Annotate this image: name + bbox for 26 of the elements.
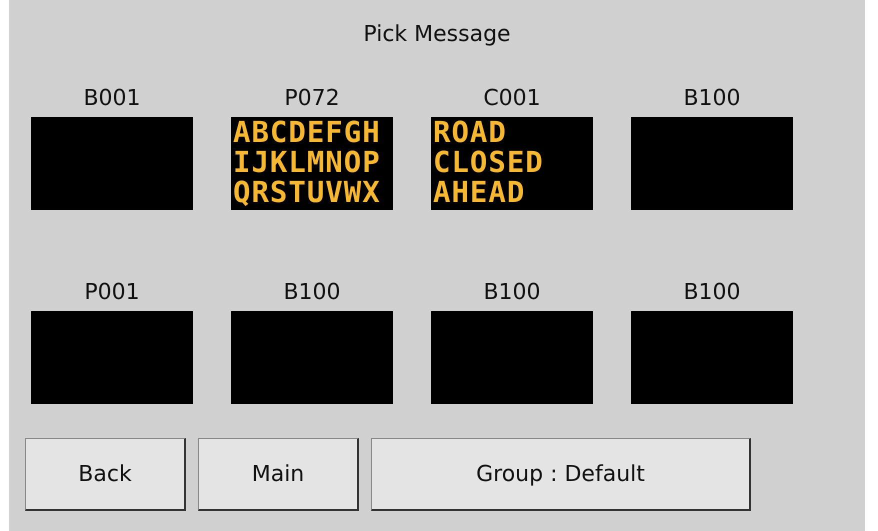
message-code: B100 xyxy=(282,280,342,306)
message-preview[interactable]: ROAD CLOSED AHEAD xyxy=(431,117,593,210)
message-preview[interactable] xyxy=(631,311,793,404)
message-code: B100 xyxy=(682,86,742,112)
message-preview[interactable] xyxy=(631,117,793,210)
screen-title: Pick Message xyxy=(362,21,512,49)
sign-text: ROAD xyxy=(433,117,508,147)
nav-button[interactable]: Main xyxy=(198,438,359,511)
message-code: B100 xyxy=(482,280,542,306)
sign-text: AHEAD xyxy=(433,177,526,207)
message-preview[interactable]: ABCDEFGH IJKLMNOP QRSTUVWX xyxy=(231,117,393,210)
message-code: C001 xyxy=(482,86,542,112)
message-preview[interactable] xyxy=(31,117,193,210)
message-code: P072 xyxy=(283,86,341,112)
message-code: B100 xyxy=(682,280,742,306)
sign-text: ABCDEFGH xyxy=(233,117,382,147)
sign-text: IJKLMNOP xyxy=(233,147,382,177)
message-preview[interactable] xyxy=(431,311,593,404)
sign-text: QRSTUVWX xyxy=(233,177,382,207)
message-preview[interactable] xyxy=(231,311,393,404)
nav-button[interactable]: Back xyxy=(25,438,186,511)
sign-text: CLOSED xyxy=(433,147,545,177)
nav-button[interactable]: Group : Default xyxy=(371,438,751,511)
message-code: P001 xyxy=(83,280,141,306)
message-preview[interactable] xyxy=(31,311,193,404)
message-code: B001 xyxy=(82,86,142,112)
